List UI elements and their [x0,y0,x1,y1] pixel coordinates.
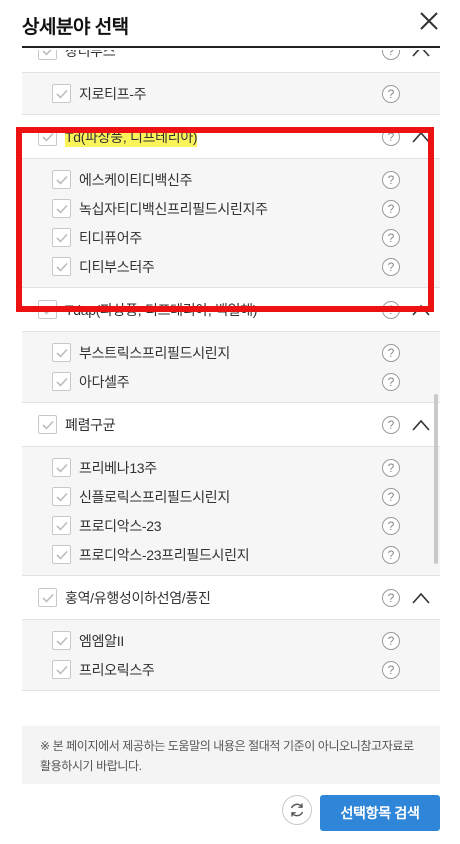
category-row[interactable]: 폐렴구균? [22,403,440,447]
subcategory-checkbox[interactable] [52,487,71,506]
help-icon[interactable]: ? [382,127,400,146]
close-icon[interactable] [418,10,440,32]
subcategory-label: 신플로릭스프리필드시린지 [79,488,230,505]
subcategory-row[interactable]: 부스트릭스프리필드시린지? [22,338,440,367]
help-icon[interactable]: ? [382,545,400,564]
subcategory-checkbox[interactable] [52,660,71,679]
subcategory-checkbox[interactable] [52,516,71,535]
category-row[interactable]: 장티푸스? [22,50,440,73]
subcategory-row[interactable]: 엠엠알II? [22,626,440,655]
help-icon[interactable]: ? [382,228,400,247]
subcategory-row[interactable]: 신플로릭스프리필드시린지? [22,482,440,511]
help-icon[interactable]: ? [382,199,400,218]
subcategory-list: 프리베나13주? 신플로릭스프리필드시린지? 프로디악스-23? 프로디악스-23프리… [22,447,440,576]
subcategory-checkbox[interactable] [52,631,71,650]
category-row[interactable]: 홍역/유행성이하선염/풍진? [22,576,440,620]
category-label: Td(파상풍, 디프테리아) [65,126,198,147]
subcategory-checkbox[interactable] [52,84,71,103]
subcategory-row[interactable]: 아다셀주? [22,367,440,396]
help-icon[interactable]: ? [382,84,400,103]
search-selected-button[interactable]: 선택항목 검색 [320,795,440,831]
category-row[interactable]: Tdap(파상풍, 디프테리아, 백일해)? [22,288,440,332]
help-icon[interactable]: ? [382,50,400,60]
help-icon[interactable]: ? [382,487,400,506]
subcategory-row[interactable]: 디티부스터주? [22,252,440,281]
help-icon[interactable]: ? [382,257,400,276]
subcategory-row[interactable]: 녹십자티디백신프리필드시린지주? [22,194,440,223]
chevron-up-icon[interactable] [412,50,430,57]
subcategory-label: 부스트릭스프리필드시린지 [79,344,230,361]
subcategory-checkbox[interactable] [52,199,71,218]
subcategory-list: 지로티프-주? [22,73,440,115]
panel-title: 상세분야 선택 [22,17,129,38]
subcategory-checkbox[interactable] [52,458,71,477]
subcategory-row[interactable]: 프리베나13주? [22,453,440,482]
category-checkbox[interactable] [38,127,57,146]
category-checkbox[interactable] [38,50,57,60]
subcategory-row[interactable]: 티디퓨어주? [22,223,440,252]
category-checkbox[interactable] [38,415,57,434]
subcategory-checkbox[interactable] [52,170,71,189]
category-list[interactable]: 장티푸스? 지로티프-주? Td(파상풍, 디프테리아)? 에스케이티디백신주? 녹십자… [22,50,440,714]
subcategory-label: 아다셀주 [79,373,130,390]
subcategory-checkbox[interactable] [52,372,71,391]
subcategory-checkbox[interactable] [52,545,71,564]
chevron-up-icon[interactable] [412,419,430,431]
subcategory-label: 디티부스터주 [79,258,155,275]
help-icon[interactable]: ? [382,660,400,679]
category-group: Tdap(파상풍, 디프테리아, 백일해)? 부스트릭스프리필드시린지? 아다셀주? [22,288,440,403]
scrollbar[interactable] [434,394,438,564]
chevron-up-icon[interactable] [412,131,430,143]
subcategory-label: 지로티프-주 [79,85,147,102]
subcategory-checkbox[interactable] [52,343,71,362]
help-icon[interactable]: ? [382,516,400,535]
refresh-button[interactable] [282,795,312,825]
help-icon[interactable]: ? [382,372,400,391]
category-group: 홍역/유행성이하선염/풍진? 엠엠알II? 프리오릭스주? [22,576,440,691]
subcategory-row[interactable]: 에스케이티디백신주? [22,165,440,194]
subcategory-list: 엠엠알II? 프리오릭스주? [22,620,440,691]
category-group: 폐렴구균? 프리베나13주? 신플로릭스프리필드시린지? 프로디악스-23? 프로디악스… [22,403,440,576]
category-label: 홍역/유행성이하선염/풍진 [65,589,211,606]
subcategory-label: 프리베나13주 [79,459,157,476]
subcategory-label: 에스케이티디백신주 [79,171,193,188]
subcategory-label: 녹십자티디백신프리필드시린지주 [79,200,268,217]
subcategory-list: 에스케이티디백신주? 녹십자티디백신프리필드시린지주? 티디퓨어주? 디티부스터주? [22,159,440,288]
subcategory-list: 부스트릭스프리필드시린지? 아다셀주? [22,332,440,403]
help-icon[interactable]: ? [382,588,400,607]
panel-header: 상세분야 선택 [22,0,440,48]
subcategory-checkbox[interactable] [52,257,71,276]
subcategory-label: 프로디악스-23프리필드시린지 [79,546,250,563]
subcategory-label: 프리오릭스주 [79,661,155,678]
subcategory-label: 엠엠알II [79,632,124,649]
category-group: Td(파상풍, 디프테리아)? 에스케이티디백신주? 녹십자티디백신프리필드시린지주… [22,115,440,288]
category-group: 장티푸스? 지로티프-주? [22,50,440,115]
subcategory-row[interactable]: 프로디악스-23? [22,511,440,540]
subcategory-row[interactable]: 프로디악스-23프리필드시린지? [22,540,440,569]
help-icon[interactable]: ? [382,170,400,189]
chevron-up-icon[interactable] [412,592,430,604]
category-label: Tdap(파상풍, 디프테리아, 백일해) [65,301,258,318]
help-icon[interactable]: ? [382,343,400,362]
chevron-up-icon[interactable] [412,304,430,316]
category-checkbox[interactable] [38,588,57,607]
subcategory-checkbox[interactable] [52,228,71,247]
help-icon[interactable]: ? [382,300,400,319]
subcategory-label: 프로디악스-23 [79,517,162,534]
subcategory-row[interactable]: 프리오릭스주? [22,655,440,684]
category-label: 장티푸스 [65,50,116,59]
subcategory-label: 티디퓨어주 [79,229,142,246]
category-row[interactable]: Td(파상풍, 디프테리아)? [22,115,440,159]
category-checkbox[interactable] [38,300,57,319]
category-label: 폐렴구균 [65,416,116,433]
notice-text: ※ 본 페이지에서 제공하는 도움말의 내용은 절대적 기준이 아니오니참고자료… [22,726,440,784]
help-icon[interactable]: ? [382,458,400,477]
help-icon[interactable]: ? [382,415,400,434]
refresh-icon [290,803,304,817]
help-icon[interactable]: ? [382,631,400,650]
subcategory-row[interactable]: 지로티프-주? [22,79,440,108]
